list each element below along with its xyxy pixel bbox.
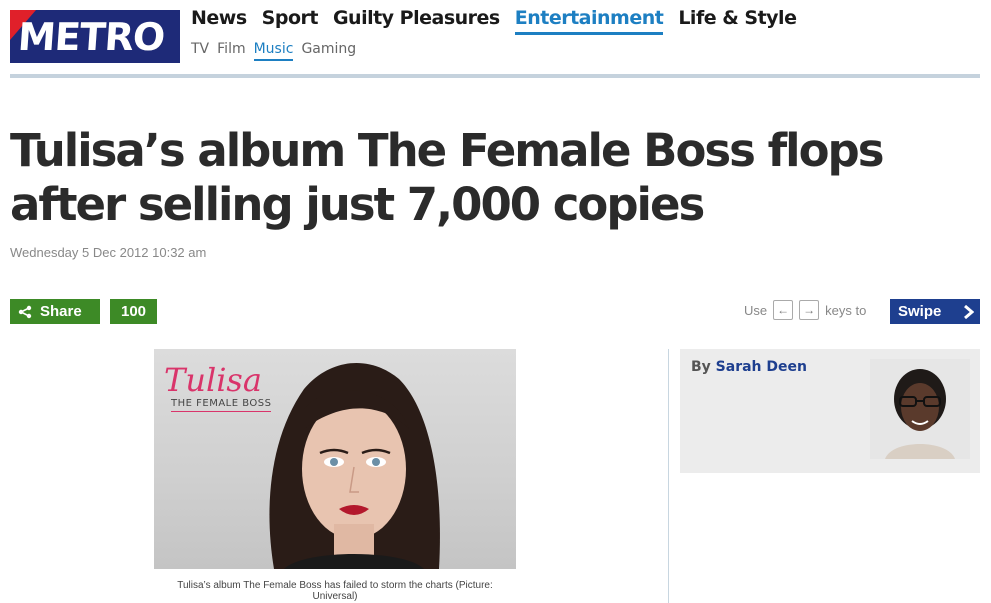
subnav-item-film[interactable]: Film [217,41,245,61]
keys-hint-use: Use [744,302,768,318]
article-headline: Tulisa’s album The Female Boss flops aft… [10,124,885,231]
chevron-right-icon [964,304,974,319]
byline-prefix: By [691,359,711,375]
author-byline: By Sarah Deen [691,359,807,375]
image-caption: Tulisa’s album The Female Boss has faile… [177,580,493,602]
right-arrow-key-icon: → [799,300,820,320]
author-avatar[interactable] [870,359,970,459]
secondary-nav: TV Film Music Gaming [191,41,356,61]
share-label: Share [40,303,82,320]
article-date: Wednesday 5 Dec 2012 10:32 am [10,245,207,260]
primary-nav: News Sport Guilty Pleasures Entertainmen… [191,7,797,35]
left-arrow-key-icon: ← [773,300,794,320]
column-divider [668,349,669,603]
metro-logo[interactable]: METRO [10,10,180,63]
article-image: Tulisa THE FEMALE BOSS [154,349,516,569]
nav-item-news[interactable]: News [191,7,247,35]
swipe-label: Swipe [898,303,942,320]
subnav-item-tv[interactable]: TV [191,41,209,61]
author-photo-icon [870,359,970,459]
author-box: By Sarah Deen [680,349,980,473]
share-count[interactable]: 100 [110,299,157,324]
author-name-link[interactable]: Sarah Deen [716,359,807,375]
keys-hint-to: keys to [825,302,867,318]
keyboard-hint: Use ← → keys to [744,300,866,320]
subnav-item-gaming[interactable]: Gaming [301,41,356,61]
header-divider [10,74,980,78]
album-title: THE FEMALE BOSS [171,398,272,412]
nav-item-life-style[interactable]: Life & Style [678,7,797,35]
logo-text: METRO [16,15,166,59]
share-button[interactable]: Share [10,299,100,324]
nav-item-entertainment[interactable]: Entertainment [514,7,664,35]
subnav-item-music[interactable]: Music [253,41,294,61]
swipe-button[interactable]: Swipe [890,299,980,324]
nav-item-guilty-pleasures[interactable]: Guilty Pleasures [333,7,500,35]
share-icon [18,305,32,318]
nav-item-sport[interactable]: Sport [262,7,319,35]
album-brand-logo: Tulisa [164,361,262,399]
